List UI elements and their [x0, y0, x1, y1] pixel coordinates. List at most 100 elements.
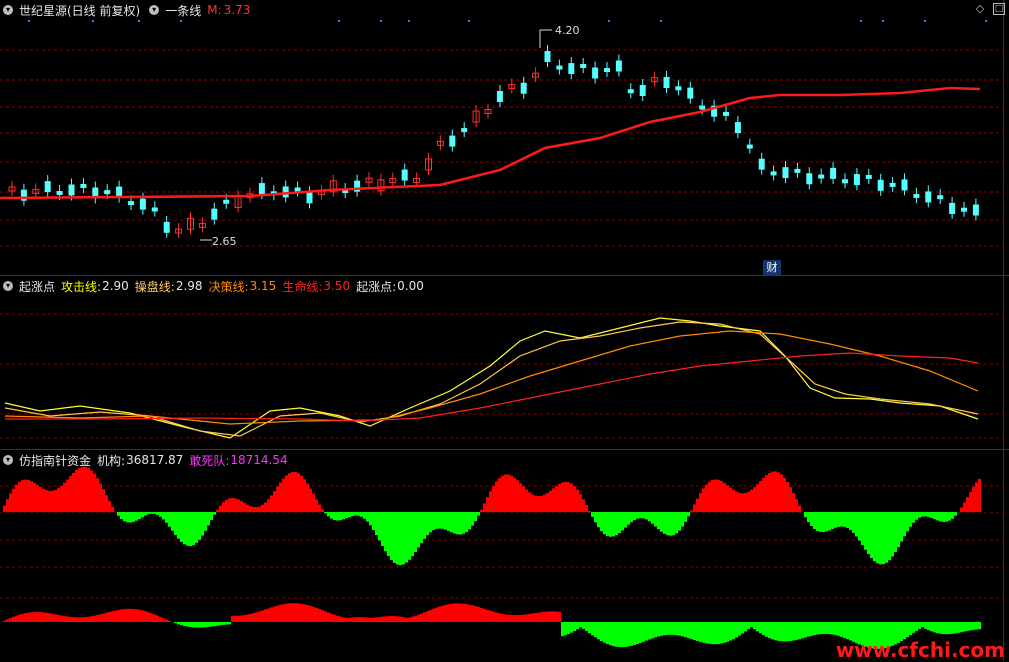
capital-bar: [264, 609, 267, 622]
capital-bars-chart[interactable]: [0, 450, 1009, 662]
capital-bar: [213, 622, 216, 626]
capital-bar: [495, 613, 498, 622]
capital-bar: [654, 622, 657, 637]
capital-bar: [885, 512, 888, 563]
capital-bar: [612, 512, 615, 536]
capital-bar: [408, 618, 411, 622]
candle-body: [640, 85, 646, 96]
chevron-down-icon[interactable]: ▾: [3, 281, 13, 291]
capital-bar: [582, 622, 585, 629]
candle-body: [759, 159, 765, 170]
marker-dot: [924, 20, 926, 22]
capital-bar: [351, 617, 354, 622]
capital-bar: [798, 506, 801, 512]
capital-bar: [531, 494, 534, 512]
capital-bar: [840, 512, 843, 526]
capital-bar: [249, 506, 252, 512]
capital-bar: [327, 612, 330, 622]
chevron-down-icon[interactable]: ▾: [149, 5, 159, 15]
capital-bar: [951, 622, 954, 634]
marker-dot: [860, 20, 862, 22]
capital-bar: [261, 505, 264, 512]
candle-body: [925, 191, 931, 202]
capital-bar: [387, 616, 390, 622]
capital-bar: [402, 617, 405, 622]
capital-bar: [453, 512, 456, 534]
capital-bar: [504, 614, 507, 622]
capital-bar: [168, 621, 171, 622]
capital-bar: [93, 474, 96, 512]
capital-bar: [750, 622, 753, 627]
capital-bar: [165, 512, 168, 523]
capital-bar: [714, 479, 717, 512]
window-icon[interactable]: □: [993, 3, 1005, 15]
capital-bar: [30, 481, 33, 512]
capital-bar: [153, 614, 156, 622]
candle-body: [449, 136, 455, 147]
capital-bar: [912, 512, 915, 523]
capital-bar: [738, 493, 741, 512]
capital-bar: [783, 478, 786, 512]
candle-body: [307, 192, 313, 203]
finance-badge[interactable]: 财: [763, 260, 781, 275]
capital-bar: [729, 488, 732, 512]
capital-bar: [744, 622, 747, 631]
qizhangdian-panel[interactable]: ▾ 起涨点 攻击线: 2.90 操盘线: 2.98 决策线: 3.15 生命线:…: [0, 275, 1009, 450]
capital-bar: [951, 512, 954, 519]
capital-bar: [792, 622, 795, 641]
chevron-down-icon[interactable]: ▾: [3, 5, 13, 15]
capital-bar: [360, 617, 363, 622]
capital-bar: [126, 512, 129, 522]
capital-bar: [138, 512, 141, 519]
capital-bar: [567, 622, 570, 634]
candle-body: [211, 209, 217, 220]
capital-bar: [582, 499, 585, 512]
capital-bar: [912, 622, 915, 633]
capital-bar: [9, 618, 12, 622]
capital-bar: [174, 512, 177, 535]
capital-bar: [741, 622, 744, 634]
capital-bar: [81, 467, 84, 512]
capital-bar: [795, 499, 798, 512]
capital-flow-panel[interactable]: ▾ 仿指南针资金 机构: 36817.87 敢死队: 18714.54 www.…: [0, 449, 1009, 662]
capital-bar: [660, 622, 663, 636]
capital-bar: [657, 512, 660, 529]
capital-bar: [66, 479, 69, 512]
capital-bar: [261, 610, 264, 622]
candle-body: [747, 145, 753, 149]
capital-bar: [72, 473, 75, 512]
capital-bar: [405, 512, 408, 563]
capital-bar: [420, 512, 423, 543]
diamond-icon[interactable]: ◇: [974, 3, 986, 15]
capital-bar: [672, 512, 675, 535]
capital-bar: [942, 512, 945, 522]
chevron-down-icon[interactable]: ▾: [3, 455, 13, 465]
capital-bar: [297, 473, 300, 512]
capital-bar: [828, 512, 831, 530]
marker-dot: [408, 20, 410, 22]
ma-lines-chart[interactable]: [0, 276, 1009, 450]
capital-bar: [492, 612, 495, 622]
main-chart-panel[interactable]: 4.202.65 ▾ 世纪星源(日线 前复权) ▾ 一条线 M: 3.73 ◇ …: [0, 0, 1009, 275]
capital-bar: [639, 512, 642, 518]
capital-bar: [30, 612, 33, 622]
capital-bar: [861, 512, 864, 545]
marker-dot: [92, 20, 94, 22]
capital-bar: [732, 490, 735, 512]
capital-bar: [312, 494, 315, 512]
capital-bar: [228, 622, 231, 624]
candle-body: [461, 128, 467, 132]
capital-bar: [117, 610, 120, 622]
capital-bar: [108, 612, 111, 622]
capital-bar: [738, 622, 741, 636]
capital-bar: [489, 491, 492, 512]
capital-bar: [615, 512, 618, 535]
capital-bar: [156, 616, 159, 622]
capital-bar: [684, 512, 687, 522]
capital-bar: [630, 512, 633, 522]
watermark: www.cfchi.com: [836, 638, 1005, 662]
candlestick-chart[interactable]: 4.202.65: [0, 0, 1009, 275]
capital-bar: [243, 503, 246, 512]
capital-bar: [426, 512, 429, 535]
capital-bar: [675, 622, 678, 635]
